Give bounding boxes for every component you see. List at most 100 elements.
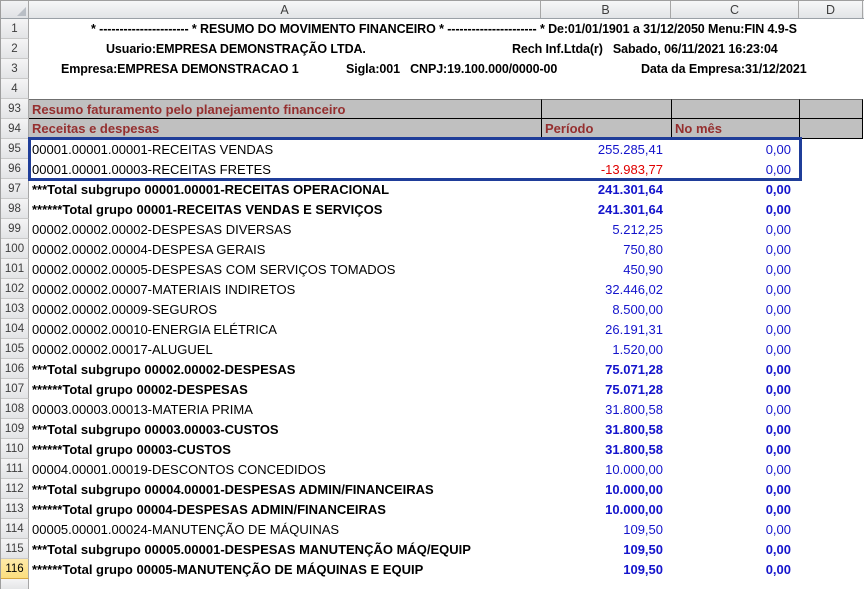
row-header[interactable]: 103 [1,299,29,319]
cell-account-label[interactable]: 00002.00002.00010-ENERGIA ELÉTRICA [29,319,541,339]
row-header[interactable]: 96 [1,159,29,179]
cell-empty-d[interactable] [799,379,863,399]
cell-no-mes-value[interactable]: 0,00 [671,239,799,259]
row-header[interactable]: 111 [1,459,29,479]
cell-empty-d[interactable] [799,339,863,359]
cell-no-mes-value[interactable]: 0,00 [671,379,799,399]
cell-no-mes-value[interactable]: 0,00 [671,459,799,479]
cell-periodo-value[interactable]: 75.071,28 [541,359,671,379]
cell-user-info[interactable]: Usuario:EMPRESA DEMONSTRAÇÃO LTDA. Rech … [29,39,864,59]
cell-account-label[interactable]: 00001.00001.00001-RECEITAS VENDAS [29,139,541,159]
cell-no-mes-value[interactable]: 0,00 [671,539,799,559]
row-header[interactable]: 110 [1,439,29,459]
column-header-c[interactable]: C [671,1,799,18]
cell-account-label[interactable]: 00003.00003.00013-MATERIA PRIMA [29,399,541,419]
row-header[interactable]: 2 [1,39,29,59]
cell-no-mes-value[interactable]: 0,00 [671,399,799,419]
cell-no-mes-value[interactable]: 0,00 [671,319,799,339]
cell-periodo-value[interactable]: 75.071,28 [541,379,671,399]
cell-account-label[interactable]: 00004.00001.00019-DESCONTOS CONCEDIDOS [29,459,541,479]
cell-empty-d[interactable] [799,99,863,119]
row-header[interactable]: 4 [1,79,29,99]
cell-account-label[interactable]: 00002.00002.00005-DESPESAS COM SERVIÇOS … [29,259,541,279]
cell-no-mes-value[interactable]: 0,00 [671,219,799,239]
row-header[interactable]: 115 [1,539,29,559]
cell-account-label[interactable]: ***Total subgrupo 00005.00001-DESPESAS M… [29,539,541,559]
cell-empty-d[interactable] [799,179,863,199]
cell-periodo-value[interactable]: 10.000,00 [541,479,671,499]
cell-periodo-value[interactable]: 8.500,00 [541,299,671,319]
cell-account-label[interactable]: ******Total grupo 00004-DESPESAS ADMIN/F… [29,499,541,519]
cell-no-mes-value[interactable]: 0,00 [671,139,799,159]
cell-account-label[interactable]: ******Total grupo 00001-RECEITAS VENDAS … [29,199,541,219]
cell-no-mes-value[interactable]: 0,00 [671,499,799,519]
row-header[interactable]: 102 [1,279,29,299]
cell-empty-d[interactable] [799,499,863,519]
column-header-b[interactable]: B [541,1,671,18]
cell-account-label[interactable]: 00005.00001.00024-MANUTENÇÃO DE MÁQUINAS [29,519,541,539]
cell-empty-c[interactable] [671,99,799,119]
cell-empty-d[interactable] [799,519,863,539]
cell-no-mes-value[interactable]: 0,00 [671,359,799,379]
row-header[interactable]: 93 [1,99,29,119]
cell-account-label[interactable]: 00002.00002.00017-ALUGUEL [29,339,541,359]
cell-account-label[interactable]: ******Total grupo 00003-CUSTOS [29,439,541,459]
cell-no-mes-value[interactable]: 0,00 [671,259,799,279]
cell-company-info[interactable]: Empresa:EMPRESA DEMONSTRACAO 1 Sigla:001… [29,59,864,79]
cell-empty-d[interactable] [799,439,863,459]
cell-account-label[interactable]: 00001.00001.00003-RECEITAS FRETES [29,159,541,179]
cell-account-label[interactable]: ***Total subgrupo 00004.00001-DESPESAS A… [29,479,541,499]
cell-periodo-value[interactable]: 109,50 [541,539,671,559]
cell-periodo-value[interactable]: 241.301,64 [541,179,671,199]
cell-empty-d[interactable] [799,239,863,259]
row-header[interactable]: 3 [1,59,29,79]
cell-header-empty-d[interactable] [799,119,863,139]
cell-empty-d[interactable] [799,479,863,499]
cell-account-label[interactable]: ***Total subgrupo 00003.00003-CUSTOS [29,419,541,439]
row-header[interactable]: 99 [1,219,29,239]
cell-empty-d[interactable] [799,539,863,559]
select-all-corner[interactable] [1,1,29,18]
cell-account-label[interactable]: ***Total subgrupo 00002.00002-DESPESAS [29,359,541,379]
cell-no-mes-value[interactable]: 0,00 [671,519,799,539]
cell-account-label[interactable]: 00002.00002.00007-MATERIAIS INDIRETOS [29,279,541,299]
cell-periodo-value[interactable]: 10.000,00 [541,459,671,479]
row-header[interactable]: 97 [1,179,29,199]
row-header[interactable]: 116 [1,559,29,579]
cell-account-label[interactable]: 00002.00002.00004-DESPESA GERAIS [29,239,541,259]
row-header[interactable]: 113 [1,499,29,519]
cell-account-label[interactable]: ******Total grupo 00005-MANUTENÇÃO DE MÁ… [29,559,541,579]
cell-empty-d[interactable] [799,219,863,239]
cell-periodo-value[interactable]: 31.800,58 [541,399,671,419]
row-header-partial[interactable] [1,579,29,589]
cell-empty-b[interactable] [541,99,671,119]
row-header[interactable]: 104 [1,319,29,339]
cell-periodo-value[interactable]: 241.301,64 [541,199,671,219]
cell-no-mes-value[interactable]: 0,00 [671,299,799,319]
cell-empty-d[interactable] [799,359,863,379]
cell-account-label[interactable]: ***Total subgrupo 00001.00001-RECEITAS O… [29,179,541,199]
row-header[interactable]: 101 [1,259,29,279]
row-header[interactable]: 95 [1,139,29,159]
cell-empty[interactable] [29,79,864,99]
cell-empty-d[interactable] [799,559,863,579]
cell-empty-d[interactable] [799,259,863,279]
cell-report-title[interactable]: * ---------------------- * RESUMO DO MOV… [29,19,864,39]
cell-no-mes-value[interactable]: 0,00 [671,439,799,459]
column-header-a[interactable]: A [29,1,541,18]
cell-account-label[interactable]: ******Total grupo 00002-DESPESAS [29,379,541,399]
cell-no-mes-value[interactable]: 0,00 [671,339,799,359]
cell-header-no-mes[interactable]: No mês [671,119,799,139]
cell-periodo-value[interactable]: 109,50 [541,519,671,539]
row-header[interactable]: 107 [1,379,29,399]
cell-section-title[interactable]: Resumo faturamento pelo planejamento fin… [29,99,541,119]
cell-periodo-value[interactable]: 26.191,31 [541,319,671,339]
cell-no-mes-value[interactable]: 0,00 [671,199,799,219]
cell-no-mes-value[interactable]: 0,00 [671,179,799,199]
cell-no-mes-value[interactable]: 0,00 [671,559,799,579]
cell-no-mes-value[interactable]: 0,00 [671,479,799,499]
row-header[interactable]: 94 [1,119,29,139]
cell-periodo-value[interactable]: 10.000,00 [541,499,671,519]
cell-empty-d[interactable] [799,159,863,179]
row-header[interactable]: 105 [1,339,29,359]
